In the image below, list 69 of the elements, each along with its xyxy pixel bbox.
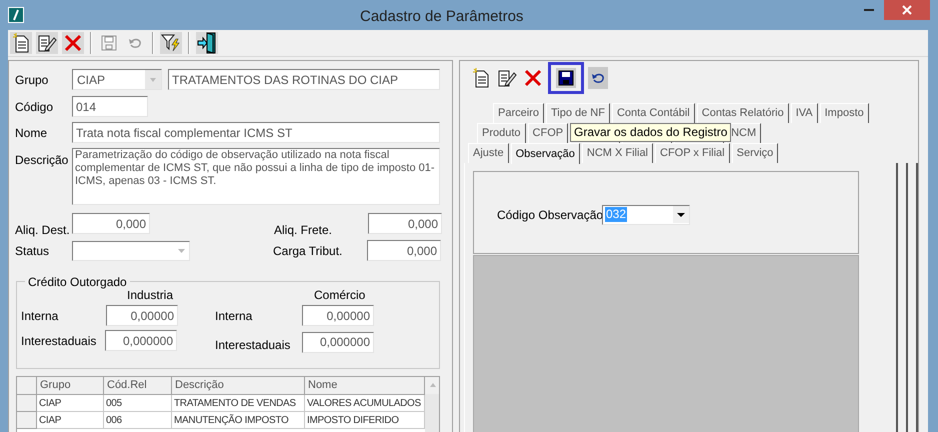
description-field[interactable]: Parametrização do código de observação utilizado na nota fiscal complementar de ICMS ST, que não possui a linha de tipo de imposto 01-ICMS, apenas 03 - ICMS ST.: [72, 148, 440, 205]
tab[interactable]: Serviço: [732, 143, 778, 163]
table-cell: 005: [104, 395, 172, 412]
tab[interactable]: CFOP x Filial: [655, 143, 730, 163]
table-cell: TRATAMENTO DE VENDAS: [172, 395, 305, 412]
column-heading: Comércio: [314, 287, 366, 304]
field-label: Interna: [215, 308, 254, 324]
filter-lightning-icon: [161, 33, 181, 53]
table-cell: 006: [104, 412, 172, 429]
code-field[interactable]: 014: [72, 96, 148, 117]
toolbar-button[interactable]: [160, 32, 182, 54]
tab[interactable]: IVA: [790, 103, 818, 123]
close-icon: [902, 5, 912, 15]
toolbar-button[interactable]: [36, 32, 58, 54]
undo-arrow-icon: [127, 37, 143, 49]
exit-door-icon: [197, 32, 217, 54]
app-logo-icon: [8, 7, 24, 23]
field-label: Descrição: [15, 152, 70, 169]
column-header[interactable]: Descrição: [172, 377, 305, 395]
field-label: Status: [15, 242, 50, 260]
minimize-icon: [864, 9, 874, 11]
toolbar-button[interactable]: [588, 67, 608, 89]
tooltip: Gravar os dados do Registro: [570, 123, 732, 142]
field-label: Código: [15, 98, 54, 116]
new-document-icon: [472, 68, 490, 88]
edit-document-icon: [497, 68, 517, 88]
new-document-icon: [12, 33, 30, 53]
carga-tribut-field[interactable]: 0,000: [367, 240, 441, 261]
field-label: Código Observação: [497, 206, 602, 224]
edit-document-icon: [37, 33, 57, 53]
tab[interactable]: NCM X Filial: [582, 143, 654, 163]
table-cell: CIAP: [37, 412, 104, 429]
group-dropdown[interactable]: CIAP: [72, 69, 162, 90]
name-field[interactable]: Trata nota fiscal complementar ICMS ST: [72, 122, 440, 143]
table-cell: MANUTENÇÃO IMPOSTO: [172, 412, 305, 429]
field-label: Interna: [21, 308, 60, 324]
delete-x-icon: [524, 69, 542, 87]
tab[interactable]: Imposto: [820, 103, 869, 123]
interna-field[interactable]: 0,00000: [302, 305, 374, 326]
tab[interactable]: Parceiro: [493, 103, 544, 123]
field-label: Interestaduais: [21, 332, 98, 350]
undo-arrow-icon: [590, 72, 606, 84]
aliq-frete-field[interactable]: 0,000: [368, 213, 442, 234]
field-label: Grupo: [15, 72, 50, 88]
aliq-dest-field[interactable]: 0,000: [72, 213, 150, 234]
column-heading: Industria: [127, 287, 174, 304]
window-title: Cadastro de Parâmetros: [360, 7, 524, 27]
field-label: Aliq. Frete.: [274, 222, 334, 239]
dropdown-arrow-icon: [178, 248, 185, 252]
field-label: Carga Tribut.: [273, 242, 344, 260]
toolbar-button[interactable]: [548, 62, 584, 94]
field-label: Interestaduais: [215, 337, 292, 354]
interestaduais-field[interactable]: 0,000000: [105, 330, 177, 351]
toolbar-button[interactable]: [196, 32, 218, 54]
field-label: Nome: [15, 124, 48, 142]
table-cell: CIAP: [37, 395, 104, 412]
toolbar-button[interactable]: [10, 32, 32, 54]
column-header[interactable]: Cód.Rel: [104, 377, 172, 395]
field-label: Aliq. Dest.: [15, 222, 71, 239]
tab[interactable]: Ajuste: [468, 143, 509, 163]
tab[interactable]: Observação: [510, 143, 580, 164]
close-button[interactable]: [884, 0, 930, 20]
vertical-scrollbar[interactable]: [425, 377, 439, 432]
delete-x-icon: [64, 34, 82, 52]
group-description-field[interactable]: TRATAMENTOS DAS ROTINAS DO CIAP: [168, 69, 440, 90]
status-dropdown[interactable]: [72, 240, 190, 260]
column-header[interactable]: Grupo: [37, 377, 104, 395]
interestaduais-field[interactable]: 0,000000: [302, 332, 374, 352]
interna-field[interactable]: 0,00000: [106, 305, 178, 326]
